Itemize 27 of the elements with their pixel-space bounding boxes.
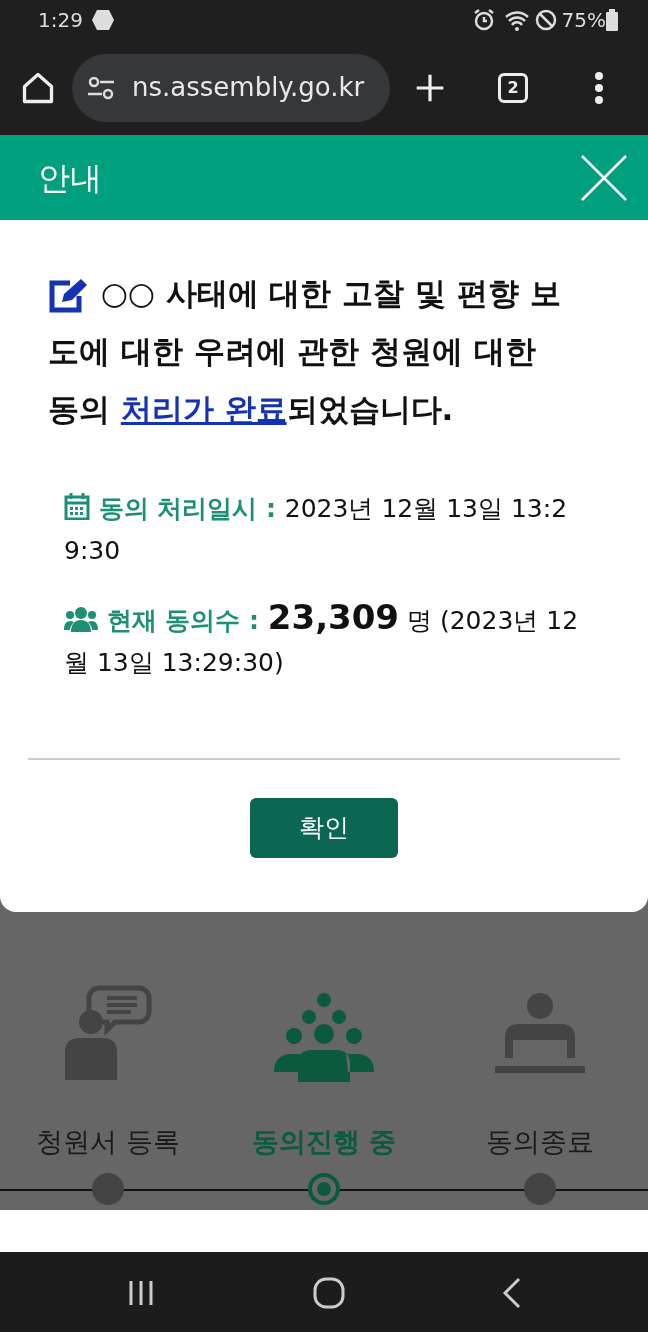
detail-text: 현재 동의수 : 23,309 명 (2023년 12월 13일 13:29:30) [64, 596, 580, 679]
step-label: 동의진행 중 [251, 1125, 397, 1159]
notification-icon [90, 8, 115, 32]
close-icon[interactable] [580, 153, 628, 202]
completion-link[interactable]: 처리가 완료 [120, 391, 287, 427]
wifi-icon [503, 9, 530, 31]
step-label: 청원서 등록 [36, 1125, 180, 1159]
dialog-title: 안내 [38, 157, 102, 199]
url-text: ns.assembly.go.kr [132, 71, 365, 104]
more-menu-icon[interactable] [594, 70, 604, 105]
users-icon [64, 606, 98, 632]
step-label: 동의종료 [486, 1125, 594, 1159]
battery-icon [606, 9, 618, 31]
confirm-button[interactable]: 확인 [250, 798, 398, 858]
message-text: ○○ 사태에 대한 고찰 및 편향 보도에 대한 우려에 관한 청원에 대한 동의 처리가 완료되었습니다. [47, 274, 562, 429]
group-icon [274, 992, 374, 1082]
home-button-icon[interactable] [313, 1277, 345, 1309]
tab-count-button[interactable]: 2 [498, 72, 528, 103]
site-settings-icon [86, 74, 116, 101]
address-bar[interactable]: ns.assembly.go.kr [72, 53, 390, 122]
edit-icon [48, 277, 90, 314]
back-icon[interactable] [501, 1277, 522, 1309]
clock-text: 1:29 [38, 7, 83, 34]
calendar-icon [64, 492, 90, 520]
detail-text: 동의 처리일시 : 2023년 12월 13일 13:29:30 [64, 491, 569, 567]
do-not-disturb-icon [533, 8, 558, 32]
battery-percent: 75% [561, 7, 606, 34]
